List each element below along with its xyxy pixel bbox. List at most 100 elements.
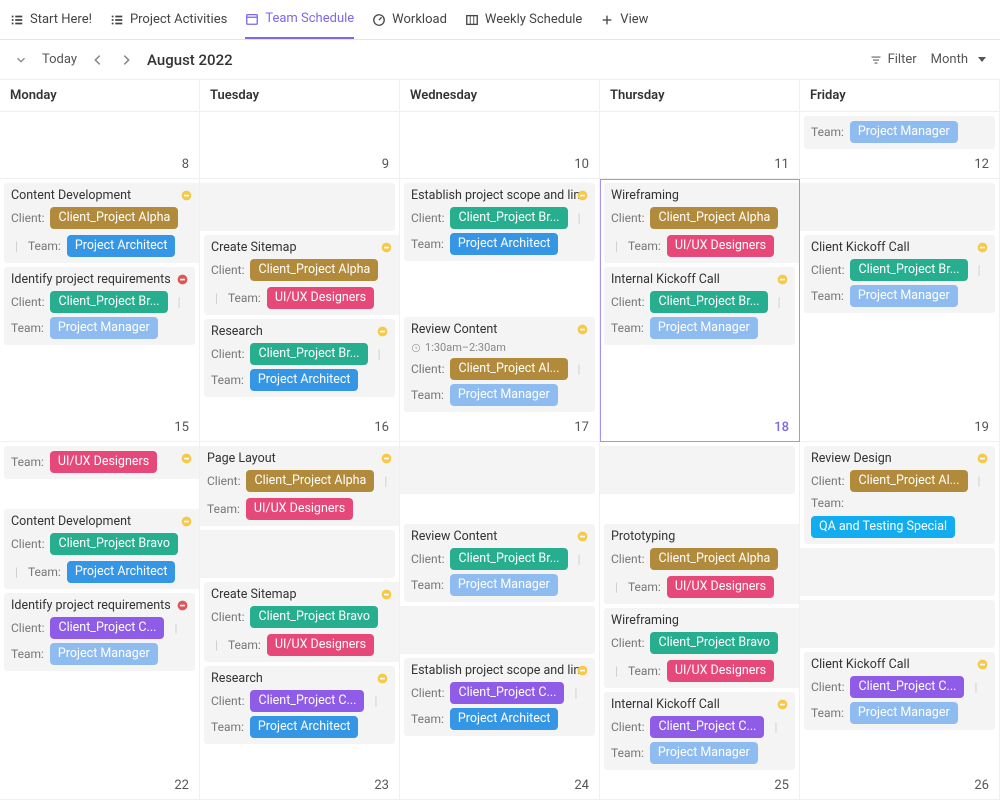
day-cell[interactable]: 11 <box>600 112 800 179</box>
filter-button[interactable]: Filter <box>870 52 917 67</box>
alpha-pill[interactable]: Client_Project Alpha <box>246 470 374 492</box>
pm-pill[interactable]: Project Manager <box>850 121 958 143</box>
pa-pill[interactable]: Project Architect <box>450 233 559 255</box>
qa-pill[interactable]: QA and Testing Special <box>811 516 955 538</box>
calendar-event[interactable]: Content DevelopmentClient:Client_Project… <box>4 183 199 263</box>
day-cell[interactable]: Review ContentClient:Client_Project Br..… <box>400 442 600 800</box>
calendar-event[interactable]: Identify project requirementsClient:Clie… <box>4 267 195 345</box>
bravo-pill[interactable]: Client_Project Br... <box>450 548 567 570</box>
ux-pill[interactable]: UI/UX Designers <box>267 634 374 656</box>
pm-pill[interactable]: Project Manager <box>450 384 558 406</box>
ux-pill[interactable]: UI/UX Designers <box>267 287 374 309</box>
pm-pill[interactable]: Project Manager <box>850 285 958 307</box>
pm-pill[interactable]: Project Manager <box>650 317 758 339</box>
alpha-pill[interactable]: Client_Project Al... <box>850 470 967 492</box>
day-cell[interactable]: PrototypingClient:Client_Project Alpha|T… <box>600 442 800 800</box>
bravo-pill[interactable]: Client_Project Br... <box>250 343 367 365</box>
day-cell[interactable]: WireframingClient:Client_Project Alpha|T… <box>600 179 800 442</box>
today-button[interactable]: Today <box>42 52 77 67</box>
charlie-pill[interactable]: Client_Project C... <box>650 716 764 738</box>
charlie-pill[interactable]: Client_Project C... <box>250 690 364 712</box>
pm-pill[interactable]: Project Manager <box>50 643 158 665</box>
tab-weekly-schedule[interactable]: Weekly Schedule <box>465 0 582 39</box>
tab-view[interactable]: View <box>600 0 648 39</box>
calendar-event[interactable]: Create SitemapClient:Client_Project Alph… <box>204 235 399 315</box>
bravo-pill[interactable]: Client_Project Br... <box>450 207 567 229</box>
day-cell[interactable]: 9 <box>200 112 400 179</box>
calendar-event[interactable]: Content DevelopmentClient:Client_Project… <box>4 509 199 589</box>
calendar-event-continuation[interactable] <box>200 183 395 231</box>
pm-pill[interactable]: Project Manager <box>650 742 758 764</box>
alpha-pill[interactable]: Client_Project Alpha <box>650 207 778 229</box>
alpha-pill[interactable]: Client_Project Al... <box>450 358 567 380</box>
calendar-event[interactable]: Team:UI/UX Designers <box>4 446 199 479</box>
bravo-pill[interactable]: Client_Project Br... <box>850 259 967 281</box>
day-cell[interactable]: Review DesignClient:Client_Project Al...… <box>800 442 1000 800</box>
ux-pill[interactable]: UI/UX Designers <box>50 451 157 473</box>
pm-pill[interactable]: Project Manager <box>450 574 558 596</box>
bravo-pill[interactable]: Client_Project Bravo <box>650 632 778 654</box>
day-cell[interactable]: 8 <box>0 112 200 179</box>
calendar-event-continuation[interactable] <box>600 446 795 494</box>
day-cell[interactable]: Content DevelopmentClient:Client_Project… <box>0 179 200 442</box>
calendar-event[interactable]: Client Kickoff CallClient:Client_Project… <box>804 235 995 313</box>
ux-pill[interactable]: UI/UX Designers <box>246 498 353 520</box>
calendar-event-continuation[interactable] <box>800 548 995 596</box>
day-cell[interactable]: Create SitemapClient:Client_Project Alph… <box>200 179 400 442</box>
calendar-event-continuation[interactable] <box>400 446 595 494</box>
calendar-event[interactable]: Create SitemapClient:Client_Project Brav… <box>204 582 399 662</box>
pa-pill[interactable]: Project Architect <box>67 561 176 583</box>
calendar-event[interactable]: Client Kickoff CallClient:Client_Project… <box>804 652 995 730</box>
pa-pill[interactable]: Project Architect <box>250 716 359 738</box>
calendar-event[interactable]: WireframingClient:Client_Project Bravo|T… <box>604 608 799 688</box>
bravo-pill[interactable]: Client_Project Bravo <box>50 533 178 555</box>
tab-start-here-[interactable]: Start Here! <box>10 0 92 39</box>
calendar-event-continuation[interactable] <box>800 183 995 231</box>
day-cell[interactable]: Establish project scope and linClient:Cl… <box>400 179 600 442</box>
calendar-event-continuation[interactable] <box>200 530 395 578</box>
pa-pill[interactable]: Project Architect <box>450 708 559 730</box>
ux-pill[interactable]: UI/UX Designers <box>667 576 774 598</box>
pa-pill[interactable]: Project Architect <box>67 235 176 257</box>
calendar-event[interactable]: Internal Kickoff CallClient:Client_Proje… <box>604 267 795 345</box>
charlie-pill[interactable]: Client_Project C... <box>50 617 164 639</box>
charlie-pill[interactable]: Client_Project C... <box>850 676 964 698</box>
calendar-event[interactable]: Page LayoutClient:Client_Project Alpha|T… <box>200 446 399 526</box>
tab-project-activities[interactable]: Project Activities <box>110 0 227 39</box>
bravo-pill[interactable]: Client_Project Br... <box>50 291 167 313</box>
calendar-event-continuation[interactable] <box>800 600 995 648</box>
day-cell[interactable]: 10 <box>400 112 600 179</box>
day-cell[interactable]: Team:UI/UX Designers Content DevelopmentC… <box>0 442 200 800</box>
calendar-event[interactable]: WireframingClient:Client_Project Alpha|T… <box>604 183 799 263</box>
pm-pill[interactable]: Project Manager <box>50 317 158 339</box>
calendar-event[interactable]: ResearchClient:Client_Project C...|Team:… <box>204 666 395 744</box>
viewmode-dropdown[interactable]: Month <box>931 52 986 67</box>
calendar-event[interactable]: Review DesignClient:Client_Project Al...… <box>804 446 995 544</box>
calendar-event[interactable]: Review Content1:30am–2:30amClient:Client… <box>404 317 595 412</box>
ux-pill[interactable]: UI/UX Designers <box>667 235 774 257</box>
calendar-event[interactable]: Review ContentClient:Client_Project Br..… <box>404 524 595 602</box>
alpha-pill[interactable]: Client_Project Alpha <box>650 548 778 570</box>
calendar-event[interactable]: Identify project requirementsClient:Clie… <box>4 593 195 671</box>
calendar-event[interactable]: Team:Project Manager <box>804 116 995 149</box>
alpha-pill[interactable]: Client_Project Alpha <box>250 259 378 281</box>
pm-pill[interactable]: Project Manager <box>850 702 958 724</box>
bravo-pill[interactable]: Client_Project Br... <box>650 291 767 313</box>
alpha-pill[interactable]: Client_Project Alpha <box>50 207 178 229</box>
day-cell[interactable]: Page LayoutClient:Client_Project Alpha|T… <box>200 442 400 800</box>
tab-team-schedule[interactable]: Team Schedule <box>245 0 354 39</box>
calendar-event[interactable]: Internal Kickoff CallClient:Client_Proje… <box>604 692 795 770</box>
ux-pill[interactable]: UI/UX Designers <box>667 660 774 682</box>
pa-pill[interactable]: Project Architect <box>250 369 359 391</box>
calendar-event[interactable]: Establish project scope and linClient:Cl… <box>404 658 595 736</box>
day-cell[interactable]: Team:Project Manager12 <box>800 112 1000 179</box>
charlie-pill[interactable]: Client_Project C... <box>450 682 564 704</box>
calendar-event-continuation[interactable] <box>400 606 595 654</box>
calendar-event[interactable]: Establish project scope and linClient:Cl… <box>404 183 595 261</box>
calendar-event[interactable]: ResearchClient:Client_Project Br...|Team… <box>204 319 395 397</box>
day-cell[interactable]: Client Kickoff CallClient:Client_Project… <box>800 179 1000 442</box>
next-icon[interactable] <box>119 53 133 67</box>
prev-icon[interactable] <box>91 53 105 67</box>
tab-workload[interactable]: Workload <box>372 0 447 39</box>
bravo-pill[interactable]: Client_Project Bravo <box>250 606 378 628</box>
